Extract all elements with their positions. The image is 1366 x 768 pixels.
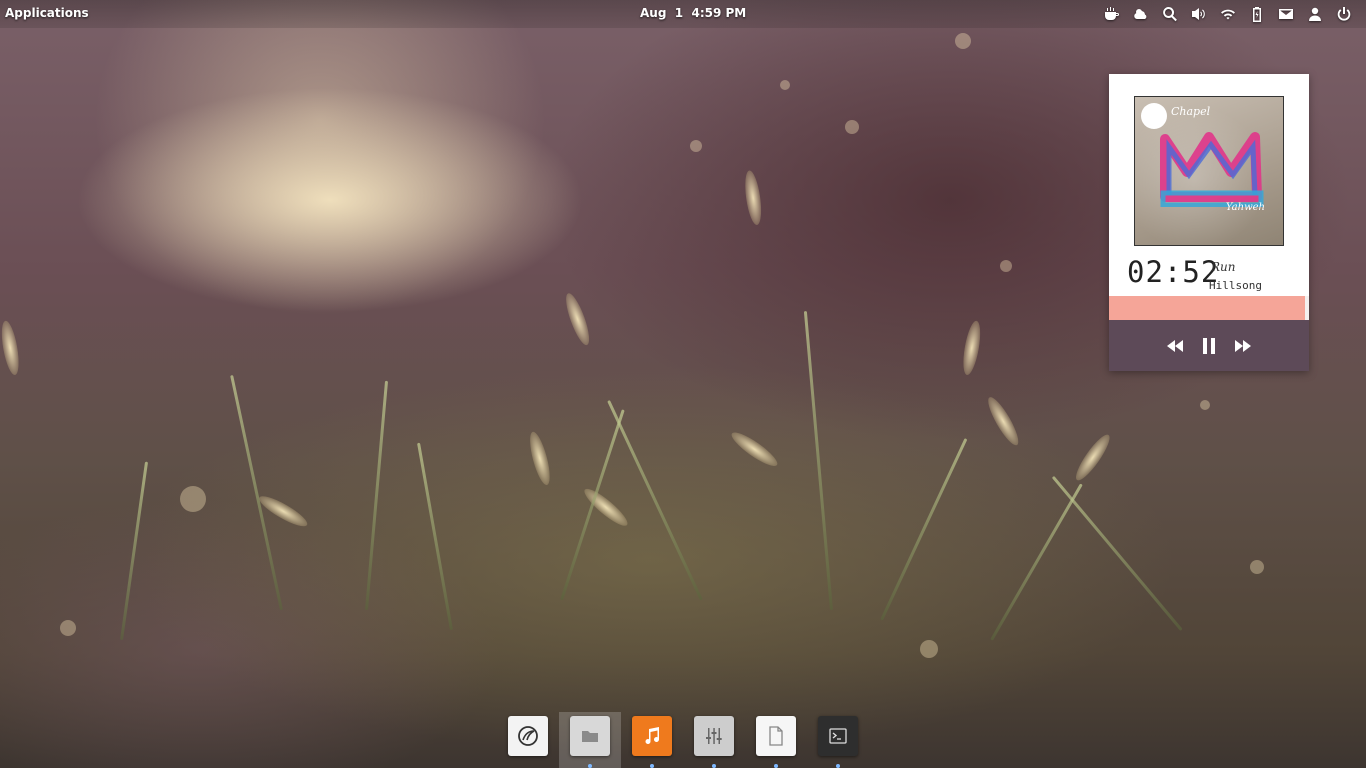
fast-forward-button[interactable] xyxy=(1233,336,1253,356)
indicator-area xyxy=(1097,4,1358,24)
pause-button[interactable] xyxy=(1199,336,1219,356)
crown-artwork xyxy=(1160,132,1264,207)
album-label-bottom: Yahweh xyxy=(1225,202,1265,213)
playback-controls xyxy=(1109,320,1309,371)
progress-bar[interactable] xyxy=(1109,296,1309,320)
progress-fill xyxy=(1109,296,1305,320)
dock-item-files[interactable] xyxy=(570,716,610,756)
top-panel: Applications Aug 1 4:59 PM xyxy=(0,0,1366,28)
dock-running-indicator xyxy=(650,764,654,768)
track-title: Run xyxy=(1211,260,1236,274)
power-icon[interactable] xyxy=(1329,4,1358,24)
dock-item-text-editor[interactable] xyxy=(756,716,796,756)
album-art: Chapel Yahweh xyxy=(1134,96,1284,246)
files-icon xyxy=(582,731,598,742)
dock-running-indicator xyxy=(774,764,778,768)
wifi-icon[interactable] xyxy=(1213,4,1242,24)
applications-menu[interactable]: Applications xyxy=(5,6,89,20)
pause-icon xyxy=(1203,337,1215,354)
dock-item-browser[interactable] xyxy=(508,716,548,756)
dock-running-indicator xyxy=(588,764,592,768)
track-artist: Hillsong xyxy=(1209,279,1262,292)
dock-item-terminal[interactable] xyxy=(818,716,858,756)
dock-running-indicator xyxy=(712,764,716,768)
clock[interactable]: Aug 1 4:59 PM xyxy=(640,6,746,20)
elapsed-time: 02:52 xyxy=(1127,255,1220,289)
settings-icon xyxy=(706,728,722,744)
caffeine-icon[interactable] xyxy=(1097,4,1126,24)
fast-forward-icon xyxy=(1235,339,1251,352)
dock xyxy=(505,712,861,768)
user-icon[interactable] xyxy=(1300,4,1329,24)
weather-icon[interactable] xyxy=(1126,4,1155,24)
rewind-button[interactable] xyxy=(1165,336,1185,356)
dock-item-settings[interactable] xyxy=(694,716,734,756)
music-icon xyxy=(645,727,659,744)
dock-item-music[interactable] xyxy=(632,716,672,756)
volume-icon[interactable] xyxy=(1184,4,1213,24)
mail-icon[interactable] xyxy=(1271,4,1300,24)
text-editor-icon xyxy=(769,726,783,746)
hillsong-logo xyxy=(1141,103,1167,129)
dock-running-indicator xyxy=(836,764,840,768)
browser-icon xyxy=(518,726,538,746)
music-widget: Chapel Yahweh 02:52 Run Hillsong xyxy=(1109,74,1309,371)
rewind-icon xyxy=(1167,339,1183,352)
terminal-icon xyxy=(829,728,847,744)
album-label-top: Chapel xyxy=(1171,105,1211,118)
search-icon[interactable] xyxy=(1155,4,1184,24)
battery-icon[interactable] xyxy=(1242,4,1271,24)
